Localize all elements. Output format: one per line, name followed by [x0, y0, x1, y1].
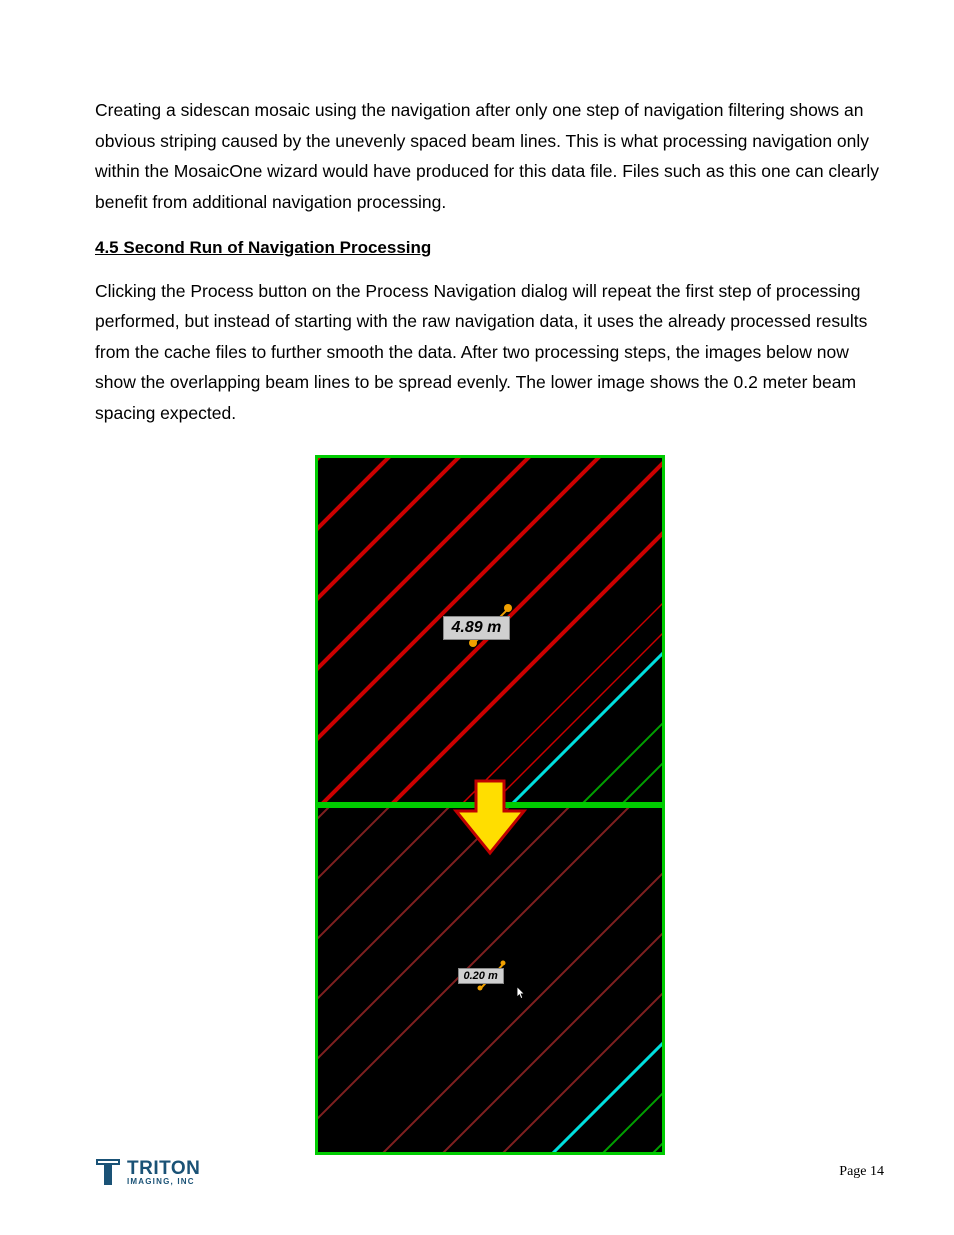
body-paragraph-1: Creating a sidescan mosaic using the nav…: [95, 95, 884, 218]
beam-figure-top: 4.89 m: [315, 455, 665, 805]
brand-logo: TRITON IMAGING, INC: [95, 1157, 200, 1187]
page-number: Page 14: [839, 1164, 884, 1180]
triton-logo-icon: [95, 1157, 121, 1187]
page-footer: TRITON IMAGING, INC Page 14: [95, 1157, 884, 1187]
body-paragraph-2: Clicking the Process button on the Proce…: [95, 276, 884, 429]
brand-subtitle: IMAGING, INC: [127, 1178, 200, 1186]
measurement-label-bottom: 0.20 m: [458, 968, 504, 984]
figure-stack: 4.89 m: [95, 455, 884, 1155]
brand-name: TRITON: [127, 1159, 200, 1178]
section-heading-4-5: 4.5 Second Run of Navigation Processing: [95, 238, 884, 258]
arrow-down-icon: [452, 777, 528, 862]
measurement-label-top: 4.89 m: [443, 616, 511, 640]
cursor-icon: [516, 986, 526, 1000]
